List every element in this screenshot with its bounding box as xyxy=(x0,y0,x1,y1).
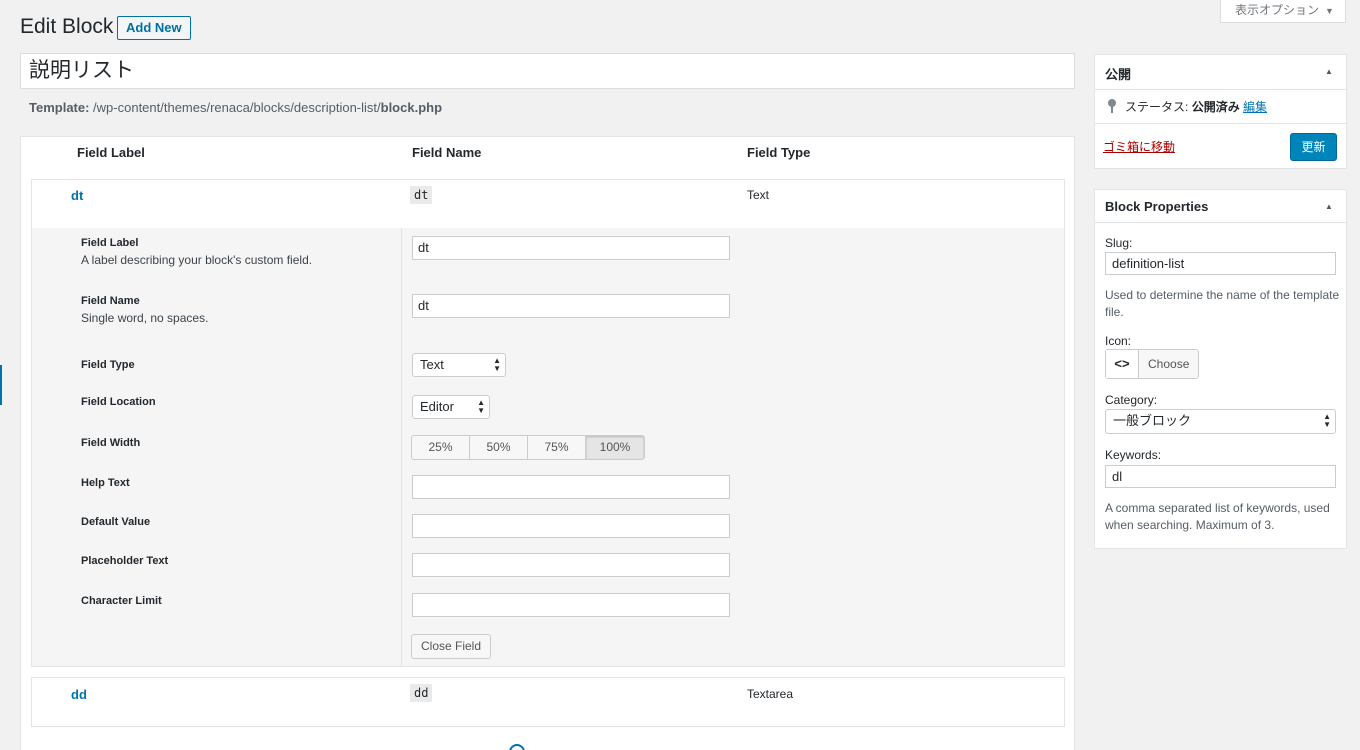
setting-placeholder: Placeholder Text xyxy=(81,555,169,567)
block-title-input[interactable]: 説明リスト xyxy=(20,53,1075,89)
category-select[interactable]: 一般ブロック ▲ ▼ xyxy=(1105,409,1336,434)
setting-field-width: Field Width xyxy=(81,437,141,449)
collapse-arrow-icon[interactable]: ▲ xyxy=(1325,202,1333,211)
field-location-value: Editor xyxy=(420,399,454,414)
template-path: Template: /wp-content/themes/renaca/bloc… xyxy=(29,100,442,115)
setting-field-name-desc: Single word, no spaces. xyxy=(81,311,209,325)
select-arrows-icon: ▲ ▼ xyxy=(477,398,485,415)
width-option-50[interactable]: 50% xyxy=(470,436,528,459)
col-header-label: Field Label xyxy=(77,145,145,160)
field-row-dt[interactable] xyxy=(31,179,1065,229)
setting-field-name: Field Name xyxy=(81,295,140,307)
keywords-help: A comma separated list of keywords, used… xyxy=(1105,501,1330,532)
slug-help: Used to determine the name of the templa… xyxy=(1105,288,1340,319)
template-dir: /wp-content/themes/renaca/blocks/descrip… xyxy=(89,100,381,115)
setting-field-label: Field Label xyxy=(81,237,139,249)
slug-label: Slug: xyxy=(1105,236,1133,250)
category-value: 一般ブロック xyxy=(1113,413,1192,428)
settings-divider xyxy=(401,228,402,667)
field-row-type: Text xyxy=(747,188,770,202)
field-row-label[interactable]: dd xyxy=(71,687,87,702)
screen-options-label: 表示オプション xyxy=(1235,3,1320,17)
collapse-arrow-icon[interactable]: ▲ xyxy=(1325,67,1333,76)
status-value: 公開済み xyxy=(1191,100,1240,114)
close-field-button[interactable]: Close Field xyxy=(411,634,492,659)
admin-menu-edge xyxy=(0,365,2,405)
field-type-select[interactable]: Text ▲ ▼ xyxy=(412,353,506,377)
field-type-value: Text xyxy=(420,357,444,372)
panel-divider xyxy=(1094,89,1347,90)
panel-divider xyxy=(1094,222,1347,223)
field-row-dd[interactable] xyxy=(31,677,1065,727)
status-prefix: ステータス: xyxy=(1125,100,1189,114)
slug-input[interactable]: definition-list xyxy=(1105,252,1336,275)
screen-options-toggle[interactable]: 表示オプション ▼ xyxy=(1220,0,1346,23)
width-option-75[interactable]: 75% xyxy=(528,436,586,459)
setting-field-location: Field Location xyxy=(81,396,156,408)
help-text-input[interactable] xyxy=(412,475,730,499)
icon-chooser[interactable]: <> Choose xyxy=(1105,349,1200,379)
setting-field-label-desc: A label describing your block's custom f… xyxy=(81,253,313,267)
field-row-name: dd xyxy=(410,684,433,702)
width-option-25[interactable]: 25% xyxy=(412,436,470,459)
col-header-name: Field Name xyxy=(412,145,482,160)
template-prefix: Template: xyxy=(29,100,90,115)
choose-icon-button[interactable]: Choose xyxy=(1139,350,1198,378)
setting-default-value: Default Value xyxy=(81,516,151,528)
select-arrows-icon: ▲ ▼ xyxy=(493,356,501,373)
add-new-button[interactable]: Add New xyxy=(117,16,191,40)
setting-field-type: Field Type xyxy=(81,359,135,371)
placeholder-input[interactable] xyxy=(412,553,730,577)
caret-down-icon: ▼ xyxy=(1325,6,1334,16)
page-title: Edit Block xyxy=(20,15,114,38)
code-icon: <> xyxy=(1106,350,1139,378)
field-row-name: dt xyxy=(410,186,433,204)
status-line: ステータス: 公開済み 編集 xyxy=(1107,98,1267,115)
keywords-input[interactable]: dl xyxy=(1105,465,1336,488)
select-arrows-icon: ▲ ▼ xyxy=(1323,412,1331,429)
update-button[interactable]: 更新 xyxy=(1290,133,1337,161)
field-width-group: 25% 50% 75% 100% xyxy=(411,435,645,460)
publish-panel-title: 公開 xyxy=(1105,67,1132,82)
block-properties-title: Block Properties xyxy=(1105,199,1209,214)
status-edit-link[interactable]: 編集 xyxy=(1243,100,1267,114)
col-header-type: Field Type xyxy=(747,145,811,160)
field-label-input[interactable]: dt xyxy=(412,236,730,260)
category-label: Category: xyxy=(1105,393,1158,407)
panel-divider xyxy=(1094,123,1347,124)
move-to-trash-link[interactable]: ゴミ箱に移動 xyxy=(1103,138,1175,155)
setting-help-text: Help Text xyxy=(81,477,130,489)
field-row-label[interactable]: dt xyxy=(71,188,83,203)
character-limit-input[interactable] xyxy=(412,593,730,617)
default-value-input[interactable] xyxy=(412,514,730,538)
keywords-label: Keywords: xyxy=(1105,448,1162,462)
field-location-select[interactable]: Editor ▲ ▼ xyxy=(412,395,490,419)
icon-label: Icon: xyxy=(1105,334,1132,348)
field-name-input[interactable]: dt xyxy=(412,294,730,318)
field-row-type: Textarea xyxy=(747,687,794,701)
template-file: block.php xyxy=(380,100,443,115)
setting-character-limit: Character Limit xyxy=(81,595,162,607)
width-option-100[interactable]: 100% xyxy=(586,436,644,459)
pin-icon xyxy=(1107,99,1117,113)
